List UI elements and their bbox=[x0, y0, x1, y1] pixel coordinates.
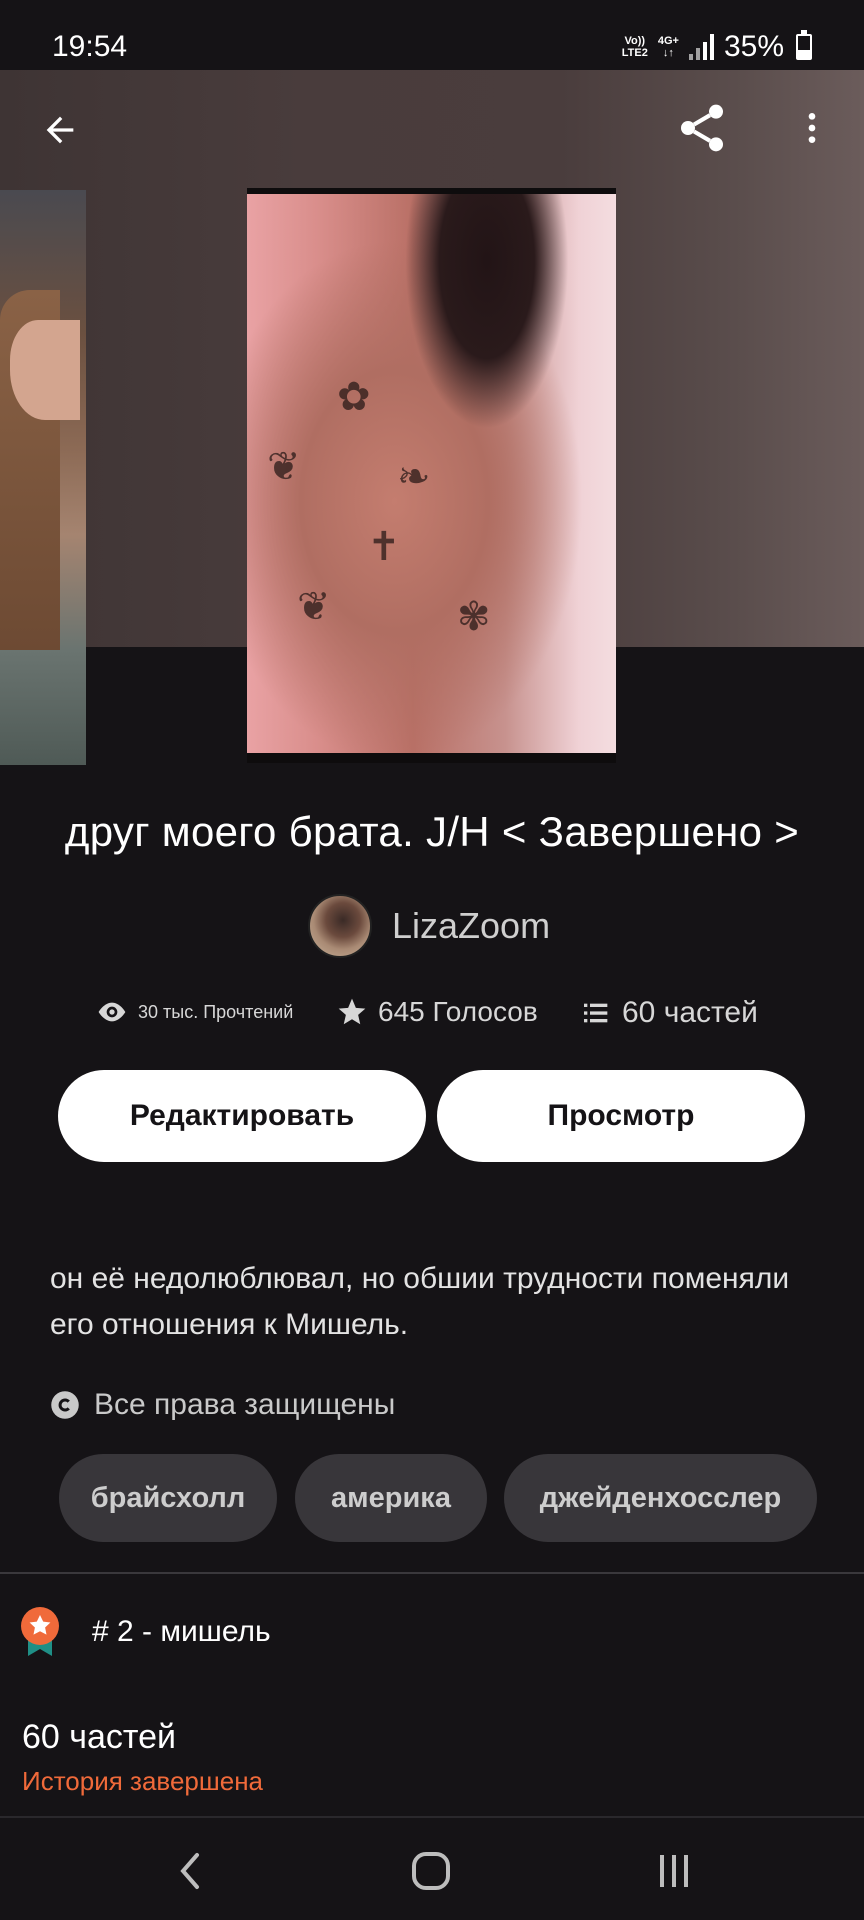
parts-count[interactable]: 60 частей bbox=[22, 1718, 176, 1757]
list-icon bbox=[584, 1003, 608, 1023]
arrow-left-icon bbox=[46, 116, 74, 144]
nav-back-button[interactable] bbox=[160, 1846, 220, 1896]
more-options-button[interactable] bbox=[780, 96, 844, 160]
copyright-icon bbox=[51, 1391, 79, 1419]
system-navigation-bar bbox=[0, 1818, 864, 1920]
network-type-indicator: 4G+ ↓↑ bbox=[657, 35, 679, 59]
ranking-badge-icon bbox=[21, 1607, 59, 1656]
story-title: друг моего брата. J/H < Завершено > bbox=[64, 808, 800, 855]
story-details-screen: 19:54 Vo)) LTE2 4G+ ↓↑ 35% ❦ ❧ ✿ ❦ ✾ ✝ д… bbox=[0, 0, 864, 1920]
preview-button[interactable]: Просмотр bbox=[437, 1070, 805, 1162]
star-icon bbox=[338, 998, 366, 1025]
story-status: История завершена bbox=[22, 1766, 264, 1796]
votes-stat: 645 Голосов bbox=[336, 996, 538, 1028]
status-indicators: Vo)) LTE2 4G+ ↓↑ 35% bbox=[622, 30, 812, 64]
ranking-text: # 2 - мишель bbox=[92, 1615, 271, 1648]
copyright-notice: Все права защищены bbox=[50, 1388, 395, 1422]
battery-percent: 35% bbox=[723, 30, 784, 63]
share-button[interactable] bbox=[670, 96, 734, 160]
nav-home-button[interactable] bbox=[401, 1846, 461, 1896]
share-icon bbox=[681, 104, 723, 152]
story-stats: 30 тыс. Прочтений 645 Голосов 60 частей bbox=[0, 996, 864, 1040]
ranking-row[interactable]: # 2 - мишель bbox=[18, 1606, 271, 1658]
story-cover[interactable]: ❦ ❧ ✿ ❦ ✾ ✝ bbox=[247, 188, 616, 763]
home-icon bbox=[412, 1852, 450, 1890]
nav-recents-button[interactable] bbox=[644, 1846, 704, 1896]
tag-chip[interactable]: америка bbox=[295, 1454, 487, 1542]
tag-list: брайсхолл америка джейденхосслер bbox=[0, 1454, 864, 1542]
more-vertical-icon bbox=[808, 113, 816, 143]
reads-stat: 30 тыс. Прочтений bbox=[96, 996, 293, 1028]
back-button[interactable] bbox=[28, 98, 92, 162]
eye-icon bbox=[98, 1002, 126, 1022]
author-name: LizaZoom bbox=[392, 905, 551, 946]
signal-icon bbox=[688, 34, 714, 60]
cover-image: ❦ ❧ ✿ ❦ ✾ ✝ bbox=[247, 194, 616, 753]
battery-icon bbox=[796, 30, 812, 60]
divider bbox=[0, 1572, 864, 1574]
status-bar: 19:54 Vo)) LTE2 4G+ ↓↑ 35% bbox=[0, 0, 864, 70]
chevron-left-icon bbox=[180, 1853, 199, 1889]
author-link[interactable]: LizaZoom bbox=[308, 894, 550, 958]
story-description: он её недолюблювал, но обшии трудности п… bbox=[50, 1262, 790, 1341]
volte-indicator: Vo)) LTE2 bbox=[621, 35, 648, 59]
status-time: 19:54 bbox=[52, 30, 128, 63]
tag-chip[interactable]: джейденхосслер bbox=[504, 1454, 817, 1542]
edit-button[interactable]: Редактировать bbox=[58, 1070, 426, 1162]
recents-icon bbox=[660, 1855, 688, 1887]
previous-story-cover[interactable] bbox=[0, 190, 86, 765]
tag-chip[interactable]: брайсхолл bbox=[59, 1454, 277, 1542]
top-app-bar bbox=[0, 70, 864, 190]
avatar bbox=[308, 894, 372, 958]
parts-stat: 60 частей bbox=[580, 996, 758, 1030]
